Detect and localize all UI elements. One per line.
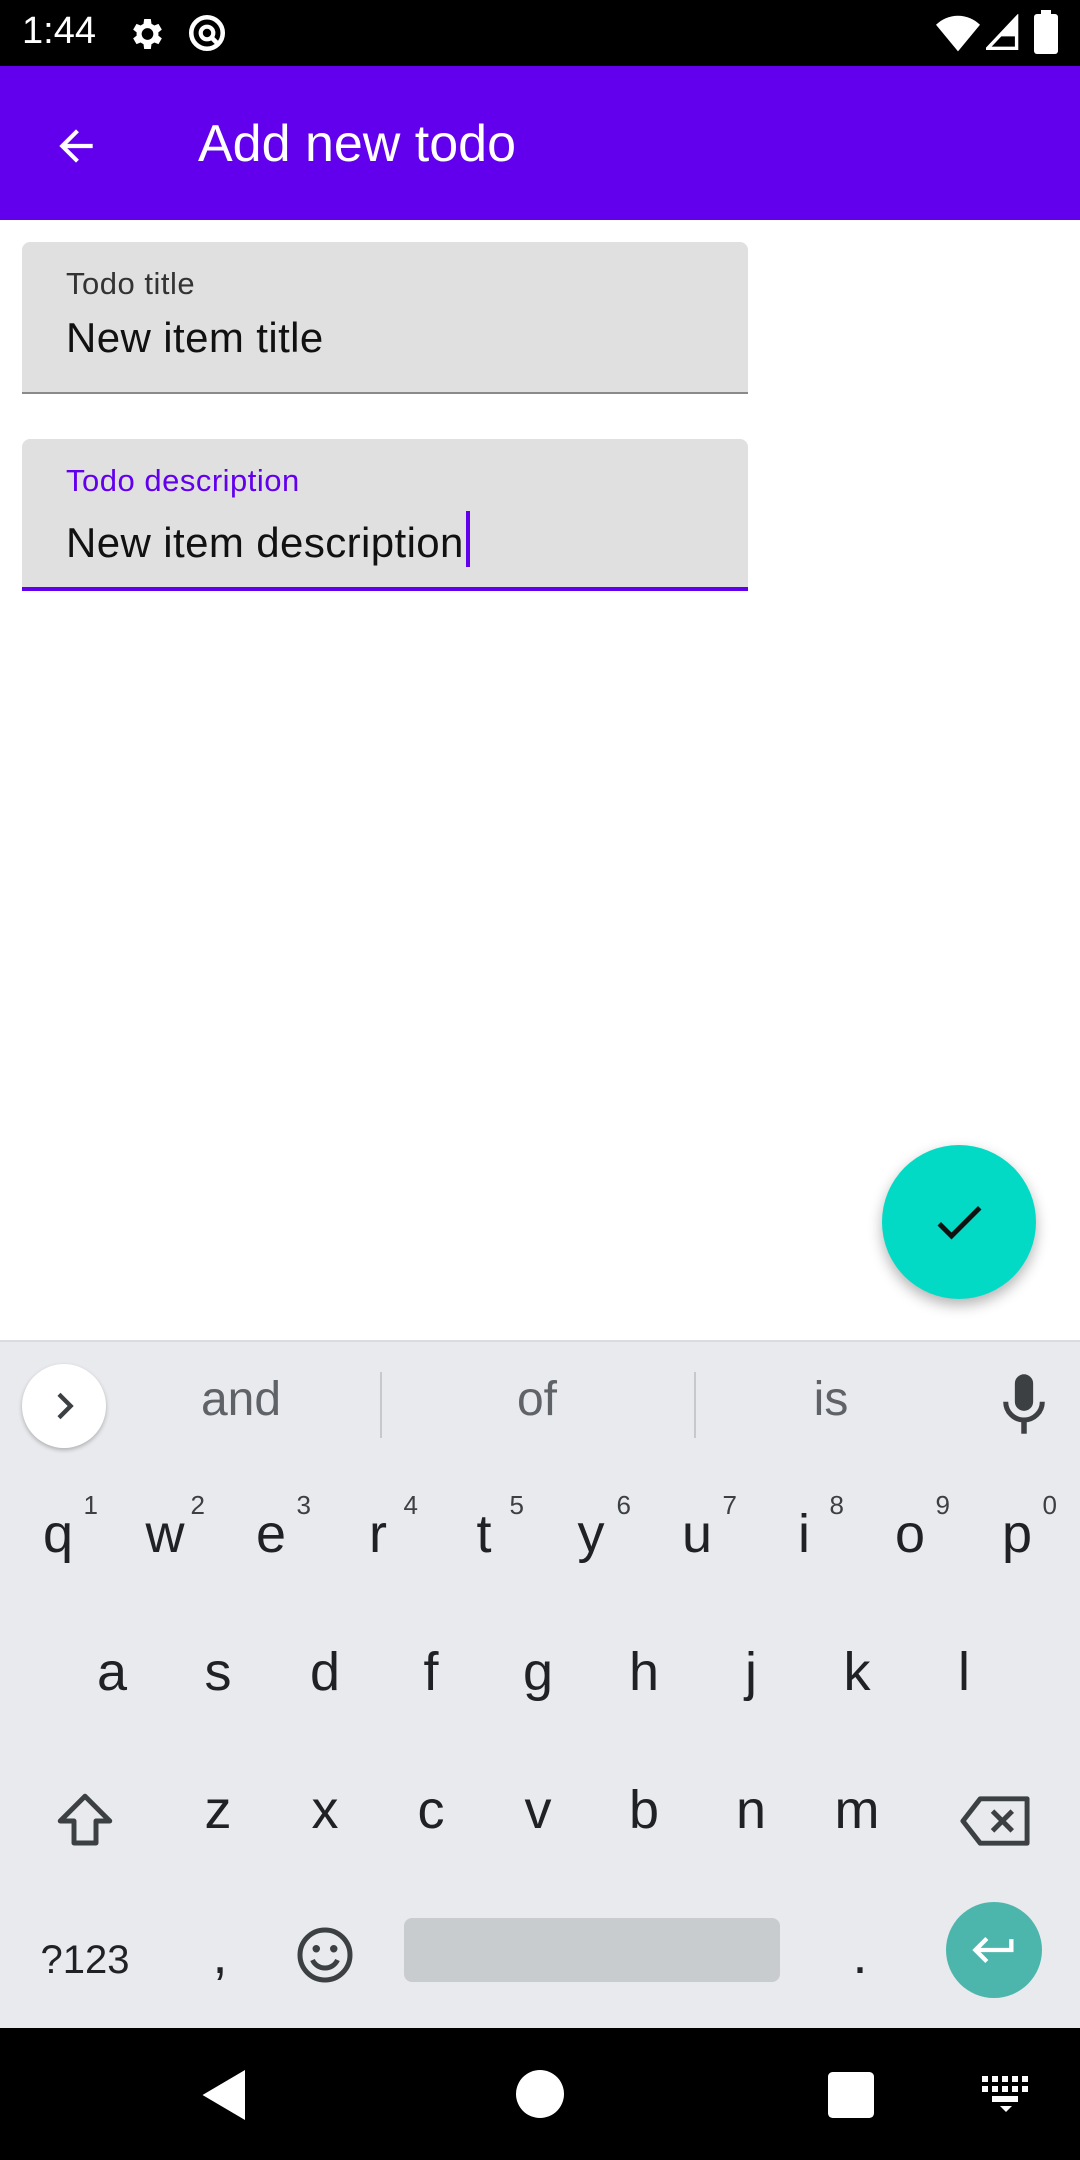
enter-key[interactable] <box>946 1902 1042 1998</box>
app-bar: Add new todo <box>0 66 1080 220</box>
shift-key[interactable] <box>40 1776 130 1866</box>
key-d[interactable]: d <box>275 1612 375 1732</box>
check-icon <box>937 1206 982 1240</box>
key-b[interactable]: b <box>594 1750 694 1870</box>
key-a[interactable]: a <box>62 1612 162 1732</box>
key-l[interactable]: l <box>914 1612 1014 1732</box>
suggestion-1[interactable]: and <box>116 1372 366 1427</box>
comma-key[interactable]: , <box>180 1910 260 2010</box>
status-time: 1:44 <box>22 10 96 52</box>
key-c[interactable]: c <box>381 1750 481 1870</box>
key-m[interactable]: m <box>807 1750 907 1870</box>
save-todo-fab[interactable] <box>882 1145 1036 1299</box>
page-title: Add new todo <box>198 115 517 173</box>
soft-keyboard: and of is q1 w2 e3 r4 t5 y6 u7 i8 o9 p0 … <box>0 1340 1080 2028</box>
key-t[interactable]: t5 <box>434 1474 534 1594</box>
key-v[interactable]: v <box>488 1750 588 1870</box>
todo-title-label: Todo title <box>66 266 196 301</box>
key-z[interactable]: z <box>168 1750 268 1870</box>
todo-description-input[interactable]: New item description <box>66 511 470 567</box>
key-f[interactable]: f <box>381 1612 481 1732</box>
system-nav-bar <box>0 2028 1080 2160</box>
todo-description-value: New item description <box>66 519 464 566</box>
period-key[interactable]: . <box>820 1910 900 2010</box>
nav-home-icon[interactable] <box>516 2070 564 2118</box>
nav-back-icon[interactable] <box>200 2070 250 2120</box>
key-k[interactable]: k <box>807 1612 907 1732</box>
screen: 1:44 Add new todo Todo title New item ti… <box>0 0 1080 2160</box>
emoji-icon <box>297 1927 353 1983</box>
space-key[interactable] <box>404 1918 780 1982</box>
backspace-icon <box>960 1796 1030 1846</box>
battery-icon <box>1034 10 1058 54</box>
suggestion-strip: and of is <box>0 1340 1080 1464</box>
key-j[interactable]: j <box>701 1612 801 1732</box>
nav-recents-icon[interactable] <box>828 2072 874 2118</box>
arrow-back-icon <box>59 129 93 163</box>
backspace-key[interactable] <box>950 1776 1040 1866</box>
key-p[interactable]: p0 <box>967 1474 1067 1594</box>
key-u[interactable]: u7 <box>647 1474 747 1594</box>
mic-icon[interactable] <box>996 1372 1052 1436</box>
key-x[interactable]: x <box>275 1750 375 1870</box>
key-o[interactable]: o9 <box>860 1474 960 1594</box>
todo-title-input[interactable]: New item title <box>66 314 324 362</box>
key-r[interactable]: r4 <box>328 1474 428 1594</box>
emoji-key[interactable] <box>290 1920 360 1990</box>
status-bar: 1:44 <box>0 0 1080 66</box>
key-h[interactable]: h <box>594 1612 694 1732</box>
key-y[interactable]: y6 <box>541 1474 641 1594</box>
enter-icon <box>972 1937 1014 1963</box>
back-button[interactable] <box>36 106 116 186</box>
key-w[interactable]: w2 <box>115 1474 215 1594</box>
key-n[interactable]: n <box>701 1750 801 1870</box>
wifi-icon <box>936 15 980 52</box>
chevron-right-icon <box>57 1392 74 1420</box>
keyboard-expand-button[interactable] <box>22 1364 106 1448</box>
todo-title-field[interactable]: Todo title New item title <box>22 242 748 394</box>
shift-icon <box>57 1793 113 1846</box>
suggestion-divider <box>694 1372 696 1438</box>
suggestion-3[interactable]: is <box>706 1372 956 1427</box>
todo-description-field[interactable]: Todo description New item description <box>22 439 748 591</box>
suggestion-divider <box>380 1372 382 1438</box>
key-q[interactable]: q1 <box>8 1474 108 1594</box>
at-ring-icon <box>188 14 226 52</box>
key-s[interactable]: s <box>168 1612 268 1732</box>
key-i[interactable]: i8 <box>754 1474 854 1594</box>
todo-description-underline <box>22 587 748 591</box>
suggestion-2[interactable]: of <box>412 1372 662 1427</box>
signal-icon <box>986 14 1019 50</box>
key-g[interactable]: g <box>488 1612 588 1732</box>
key-e[interactable]: e3 <box>221 1474 321 1594</box>
keyboard-switch-icon[interactable] <box>982 2076 1030 2112</box>
symbols-key[interactable]: ?123 <box>20 1910 150 2010</box>
text-cursor <box>465 511 470 567</box>
todo-description-label: Todo description <box>66 463 300 498</box>
gear-icon <box>133 19 162 49</box>
todo-title-underline <box>22 392 748 394</box>
